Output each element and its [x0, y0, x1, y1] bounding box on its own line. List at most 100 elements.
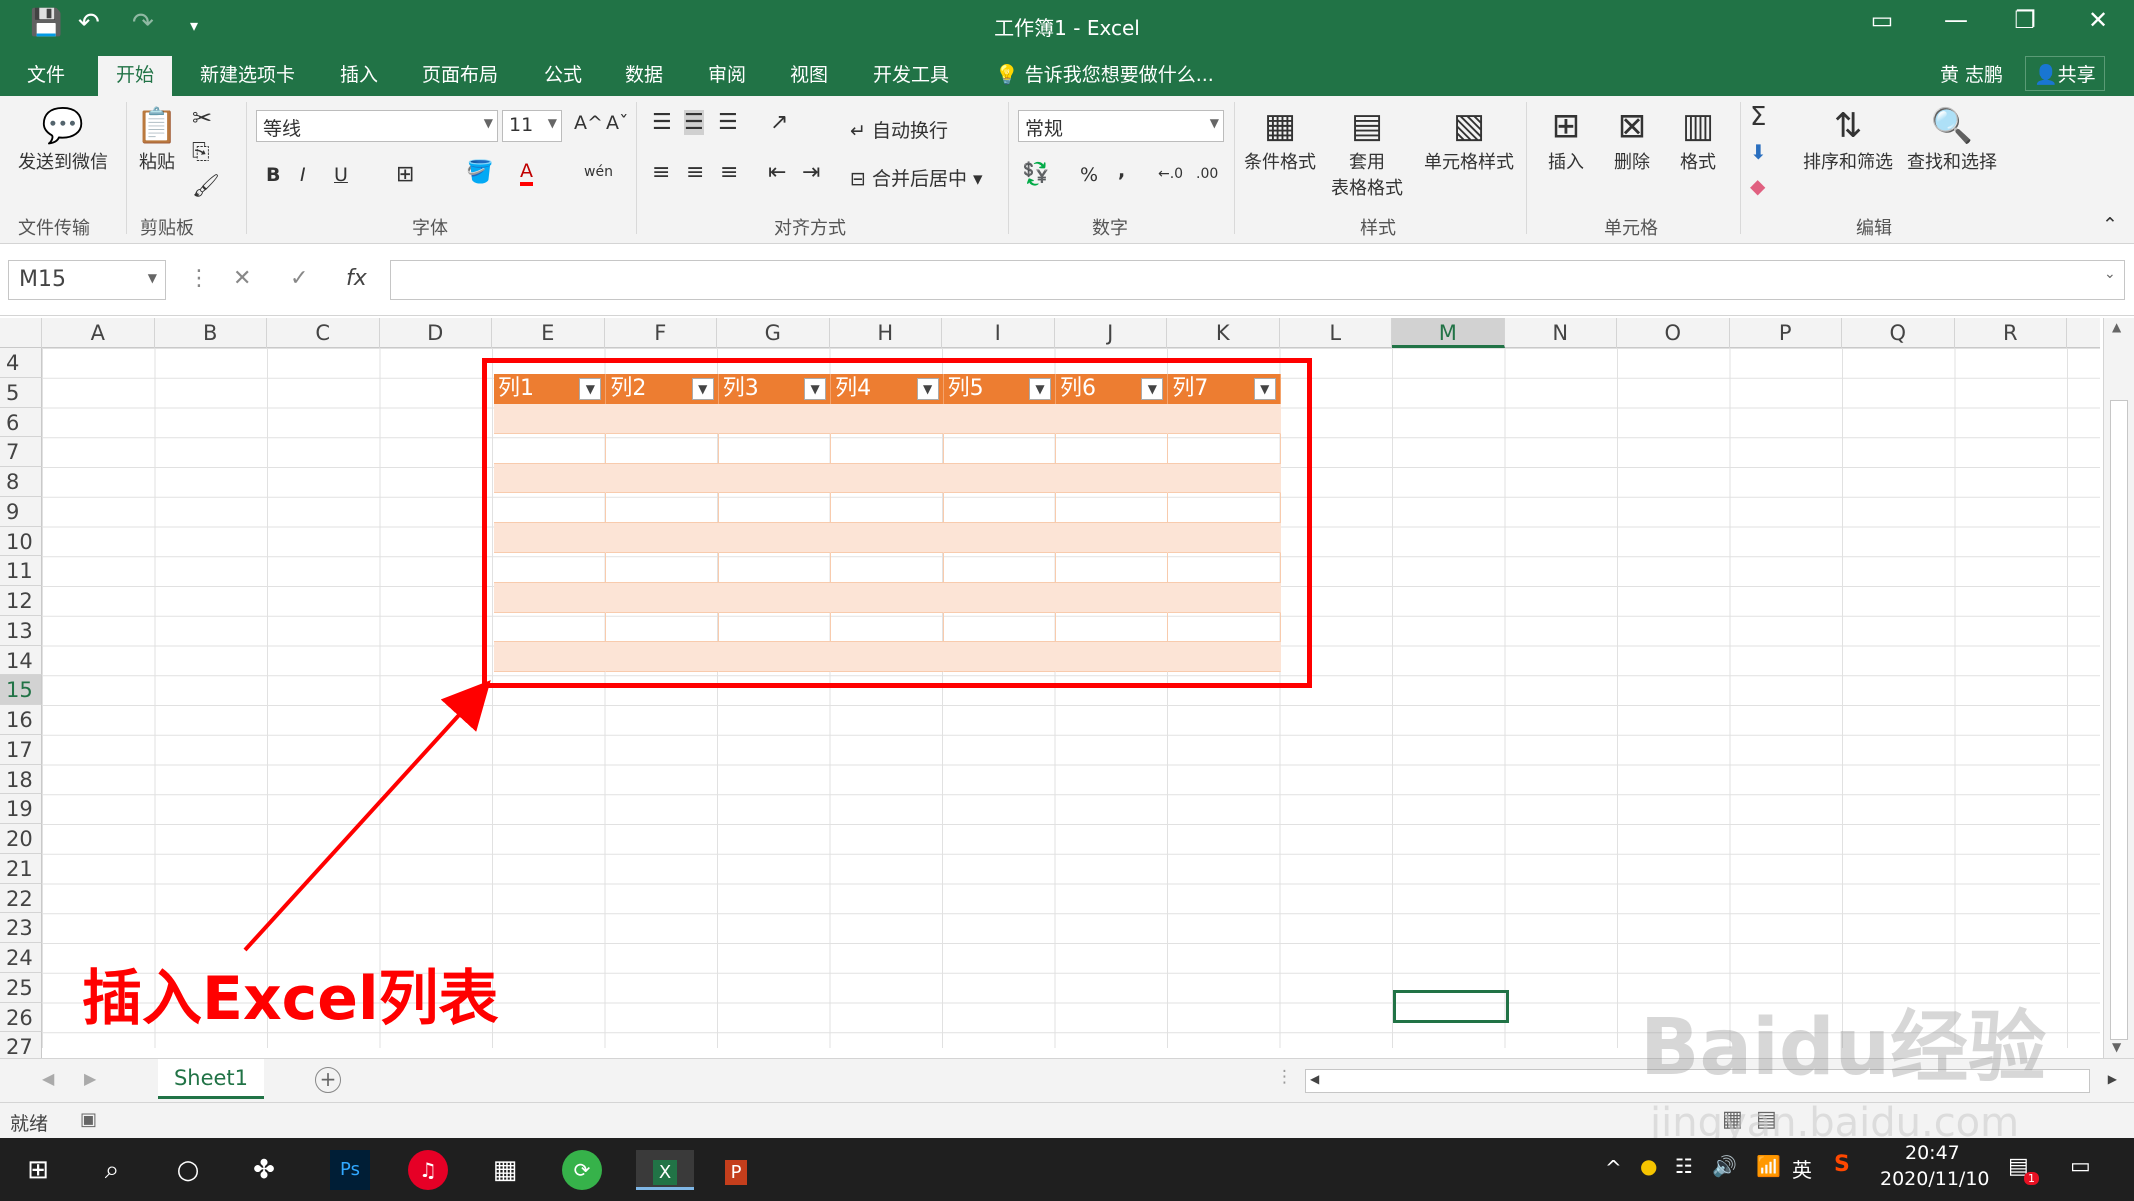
row-header-16[interactable]: 16	[0, 705, 42, 735]
cancel-icon[interactable]: ✕	[233, 266, 251, 291]
align-middle-icon[interactable]: ☰	[684, 110, 704, 135]
minimize-icon[interactable]: —	[1936, 6, 1976, 34]
formula-input[interactable]	[390, 260, 2125, 300]
row-header-5[interactable]: 5	[0, 377, 42, 408]
wrap-text-button[interactable]: ↵ 自动换行	[850, 116, 948, 143]
fill-icon[interactable]: ⬇	[1750, 140, 1767, 164]
show-hidden-icons-icon[interactable]: ^	[1605, 1156, 1622, 1180]
tab-insert[interactable]: 插入	[340, 60, 378, 87]
percent-button[interactable]: %	[1080, 164, 1098, 186]
column-header-R[interactable]: R	[1955, 318, 2067, 348]
delete-cells-button[interactable]: ⊠ 删除	[1600, 104, 1664, 174]
underline-button[interactable]: U	[334, 164, 348, 186]
orientation-icon[interactable]: ↗	[770, 110, 788, 135]
sort-filter-button[interactable]: ⇅ 排序和筛选	[1800, 104, 1896, 174]
scroll-down-icon[interactable]: ▼	[2112, 1040, 2121, 1054]
column-header-J[interactable]: J	[1055, 318, 1167, 348]
bold-button[interactable]: B	[266, 164, 280, 186]
tab-file[interactable]: 文件	[27, 60, 65, 87]
decrease-indent-icon[interactable]: ⇤	[768, 160, 786, 185]
align-top-icon[interactable]: ☰	[652, 110, 672, 135]
paste-button[interactable]: 📋 粘贴	[130, 104, 184, 174]
action-center-icon[interactable]: ▭	[2070, 1154, 2091, 1179]
photoshop-icon[interactable]: Ps	[330, 1150, 370, 1190]
active-cell[interactable]	[1393, 990, 1509, 1023]
row-header-23[interactable]: 23	[0, 913, 42, 943]
expand-formula-bar-icon[interactable]: ⌄	[2104, 266, 2116, 282]
column-header-I[interactable]: I	[942, 318, 1055, 348]
row-header-14[interactable]: 14	[0, 645, 42, 676]
splitter-icon[interactable]: ⋮	[1276, 1067, 1293, 1087]
tray-app-icon[interactable]: ●	[1640, 1154, 1657, 1178]
tab-data[interactable]: 数据	[625, 60, 663, 87]
format-as-table-button[interactable]: ▤ 套用 表格格式	[1322, 104, 1412, 200]
add-sheet-icon[interactable]: +	[315, 1067, 341, 1093]
number-format-select[interactable]: 常规 ▼	[1018, 110, 1224, 142]
send-to-wechat-button[interactable]: 💬 发送到微信	[8, 104, 118, 174]
column-header-D[interactable]: D	[380, 318, 492, 348]
row-header-15[interactable]: 15	[0, 675, 42, 705]
row-header-18[interactable]: 18	[0, 764, 42, 795]
decrease-decimal-button[interactable]: .00	[1196, 166, 1218, 182]
italic-button[interactable]: I	[300, 164, 306, 186]
powerpoint-taskbar-icon[interactable]: P	[716, 1150, 756, 1190]
accounting-format-icon[interactable]: 💱	[1022, 162, 1049, 187]
insert-function-icon[interactable]: fx	[346, 266, 367, 291]
netease-music-icon[interactable]: ♫	[408, 1150, 448, 1190]
select-all-corner[interactable]	[0, 318, 42, 348]
pinwheel-app-icon[interactable]: ✤	[244, 1150, 284, 1190]
search-icon[interactable]: ⌕	[92, 1150, 132, 1190]
row-header-12[interactable]: 12	[0, 586, 42, 616]
restore-icon[interactable]: ❐	[2005, 6, 2045, 34]
column-header-C[interactable]: C	[267, 318, 380, 348]
comma-button[interactable]: ,	[1118, 160, 1125, 182]
conditional-format-button[interactable]: ▦ 条件格式	[1238, 104, 1322, 174]
scrollbar-thumb[interactable]	[2110, 400, 2128, 1040]
name-box[interactable]: M15 ▼	[8, 260, 166, 300]
tab-page-layout[interactable]: 页面布局	[422, 60, 498, 87]
vertical-scrollbar[interactable]: ▲ ▼	[2103, 318, 2134, 1060]
sogou-ime-icon[interactable]: S	[1834, 1152, 1850, 1177]
row-header-26[interactable]: 26	[0, 1002, 42, 1033]
phonetic-button[interactable]: wén	[584, 164, 613, 180]
cut-icon[interactable]: ✂	[192, 104, 212, 132]
insert-cells-button[interactable]: ⊞ 插入	[1534, 104, 1598, 174]
column-header-F[interactable]: F	[605, 318, 717, 348]
row-header-24[interactable]: 24	[0, 943, 42, 973]
ime-indicator[interactable]: 英	[1792, 1154, 1812, 1183]
align-center-icon[interactable]: ≡	[686, 160, 704, 185]
row-header-13[interactable]: 13	[0, 615, 42, 646]
row-header-7[interactable]: 7	[0, 437, 42, 467]
ribbon-display-options-icon[interactable]: ▭	[1862, 6, 1902, 34]
volume-icon[interactable]: 🔊	[1712, 1154, 1737, 1178]
clear-icon[interactable]: ◆	[1750, 174, 1765, 198]
column-header-Q[interactable]: Q	[1842, 318, 1955, 348]
border-icon[interactable]: ⊞	[396, 162, 414, 187]
collapse-ribbon-icon[interactable]: ⌃	[2102, 214, 2118, 236]
font-size-select[interactable]: 11 ▼	[502, 110, 562, 142]
align-right-icon[interactable]: ≡	[720, 160, 738, 185]
fill-color-icon[interactable]: 🪣	[466, 160, 493, 185]
tab-new-tab[interactable]: 新建选项卡	[200, 60, 295, 87]
windows-start-icon[interactable]: ⊞	[18, 1150, 58, 1190]
align-bottom-icon[interactable]: ☰	[718, 110, 738, 135]
row-header-17[interactable]: 17	[0, 734, 42, 765]
network-icon[interactable]: ☷	[1675, 1154, 1693, 1178]
row-header-20[interactable]: 20	[0, 824, 42, 854]
tab-review[interactable]: 审阅	[708, 60, 746, 87]
row-header-11[interactable]: 11	[0, 556, 42, 586]
row-header-25[interactable]: 25	[0, 972, 42, 1003]
shrink-font-button[interactable]: Aˇ	[606, 112, 629, 134]
column-header-O[interactable]: O	[1617, 318, 1730, 348]
enter-icon[interactable]: ✓	[290, 266, 308, 291]
column-header-K[interactable]: K	[1167, 318, 1280, 348]
column-header-G[interactable]: G	[717, 318, 830, 348]
share-button[interactable]: 👤共享	[2025, 56, 2105, 91]
scroll-right-icon[interactable]: ▶	[2108, 1072, 2117, 1086]
sheet-tab-sheet1[interactable]: Sheet1	[158, 1059, 264, 1099]
row-header-21[interactable]: 21	[0, 853, 42, 884]
font-name-select[interactable]: 等线 ▼	[256, 110, 498, 142]
align-left-icon[interactable]: ≡	[652, 160, 670, 185]
tab-view[interactable]: 视图	[790, 60, 828, 87]
tell-me-search[interactable]: 💡 告诉我您想要做什么...	[995, 60, 1214, 87]
